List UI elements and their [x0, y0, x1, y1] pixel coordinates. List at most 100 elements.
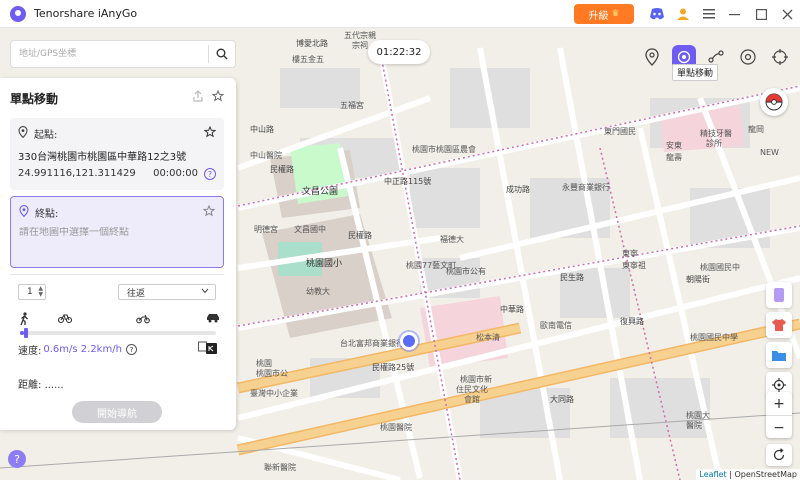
upgrade-label: 升級 — [588, 10, 609, 22]
map-label: 東門國民 — [604, 127, 636, 136]
import-icon[interactable] — [192, 90, 204, 102]
map-label: 桃園市公有 — [446, 267, 486, 276]
zoom-control: + − — [766, 392, 792, 438]
leaflet-link[interactable]: Leaflet — [699, 470, 726, 479]
map-label: 龍岡 — [748, 125, 764, 134]
map-label: 醫院 — [686, 421, 702, 430]
end-label: 終點: — [35, 209, 59, 220]
joystick-icon — [740, 49, 756, 65]
teleport-mode-button[interactable] — [636, 44, 668, 70]
speed-slider[interactable] — [20, 328, 216, 338]
map-label: 聯新醫院 — [264, 463, 296, 472]
session-timer: 01:22:32 — [368, 40, 430, 64]
map-label: 歐南電信 — [540, 321, 572, 330]
upgrade-button[interactable]: 升級 ♛ — [574, 4, 634, 24]
map-label: 民權路25號 — [372, 363, 415, 372]
single-route-icon — [677, 50, 691, 64]
map-label: 會館 — [464, 395, 480, 404]
menu-icon[interactable] — [696, 0, 722, 28]
map-label: 桃園市公 — [256, 369, 288, 378]
current-location-marker[interactable] — [400, 332, 418, 350]
start-label: 起點: — [34, 130, 58, 141]
map-label: 東寧 — [622, 249, 638, 258]
map-label: 五福宮 — [340, 101, 364, 110]
map-label: 明德宮 — [254, 225, 278, 234]
pokeball-icon[interactable] — [760, 88, 788, 116]
map-label: 桃園國民中學 — [690, 333, 738, 342]
map-label: 宗祠 — [352, 41, 368, 50]
map-label: 永豐商業銀行 — [562, 183, 610, 192]
map-label: 中山路 — [250, 125, 274, 134]
speed-slider-handle[interactable] — [24, 328, 28, 338]
map-label: 民生路 — [560, 273, 584, 282]
distance-label: 距離: — [18, 380, 42, 391]
start-point-card: 起點: 330台灣桃園市桃園區中華路12之3號 24.991116,121.31… — [10, 118, 224, 190]
map-label: 桃園國民中 — [700, 263, 740, 272]
shirt-icon[interactable] — [766, 312, 792, 338]
refresh-icon[interactable] — [766, 444, 792, 466]
motorcycle-icon[interactable] — [136, 312, 150, 324]
favorites-list-icon[interactable] — [212, 90, 226, 102]
osm-attribution[interactable]: | OpenStreetMap — [729, 470, 797, 479]
search-input[interactable] — [19, 42, 208, 66]
speed-label: 速度: — [18, 346, 42, 357]
distance-row: 距離: ...... — [18, 376, 64, 391]
map-label: 東寧祖 — [622, 261, 646, 270]
route-mode-select[interactable]: 往返 — [118, 284, 216, 300]
start-navigation-button[interactable]: 開始導航 — [72, 401, 162, 423]
single-move-panel: 單點移動 起點: 330台灣桃園市桃園區中華路12之3號 24.991116,1… — [0, 78, 236, 430]
device-icon[interactable] — [766, 282, 792, 308]
end-point-card[interactable]: 終點: — [10, 196, 224, 268]
map-label: 桃園市桃園區農會 — [412, 145, 476, 154]
multi-route-icon — [708, 50, 724, 63]
distance-value: ...... — [44, 380, 64, 391]
stepper-arrows-icon[interactable]: ▲ ▼ — [38, 286, 43, 298]
close-icon[interactable] — [774, 0, 800, 28]
help-icon[interactable]: ? — [125, 344, 137, 355]
map-label: 文昌國中 — [294, 225, 326, 234]
title-bar: Tenorshare iAnyGo 升級 ♛ — [0, 0, 800, 28]
chevron-down-icon — [201, 288, 209, 294]
help-button[interactable]: ? — [8, 450, 26, 468]
end-point-input[interactable] — [19, 227, 215, 238]
map-label: 民權路 — [270, 165, 294, 174]
start-time: 00:00:00 — [153, 168, 198, 179]
favorite-star-icon[interactable] — [204, 126, 216, 138]
speed-value: 0.6m/s 2.2km/h — [43, 344, 122, 355]
minimize-icon[interactable] — [722, 0, 748, 28]
map-label: 診所 — [706, 139, 722, 148]
favorite-star-icon[interactable] — [203, 205, 215, 217]
zoom-in-button[interactable]: + — [766, 392, 792, 415]
joystick-mode-button[interactable] — [732, 44, 764, 70]
zoom-out-button[interactable]: − — [766, 416, 792, 439]
folder-icon[interactable] — [766, 342, 792, 368]
user-icon[interactable] — [670, 0, 696, 28]
app-title: Tenorshare iAnyGo — [34, 7, 138, 20]
map-label: 桃園國小 — [306, 259, 343, 269]
side-tools — [766, 282, 792, 398]
map-label: 臺灣中小企業 — [250, 389, 298, 398]
discord-icon[interactable] — [644, 0, 670, 28]
walk-icon[interactable] — [18, 312, 30, 326]
map-label: 民權路 — [348, 231, 372, 240]
start-pin-icon — [18, 126, 28, 138]
keyboard-toggle-icon[interactable] — [198, 340, 218, 354]
map-attribution: Leaflet | OpenStreetMap — [696, 469, 800, 480]
car-icon[interactable] — [206, 312, 220, 324]
map-label: 龍壽 — [666, 153, 682, 162]
speed-row: 速度: 0.6m/s 2.2km/h ? — [18, 342, 137, 357]
app-logo — [10, 5, 26, 22]
bicycle-icon[interactable] — [58, 312, 72, 324]
map-label: 幼教大 — [306, 287, 330, 296]
map-label: 中山醫院 — [250, 151, 282, 160]
jump-teleport-mode-button[interactable] — [764, 44, 796, 70]
map-label: 福德大 — [440, 235, 464, 244]
loop-count-stepper[interactable]: 1 ▲ ▼ — [18, 284, 46, 300]
map-label: 朝陽街 — [686, 275, 710, 284]
maximize-icon[interactable] — [748, 0, 774, 28]
help-icon[interactable]: ? — [204, 168, 216, 180]
map-label: 博愛北路 — [296, 39, 328, 48]
map-label: 文昌公園 — [302, 187, 339, 197]
map-label: NEW — [760, 148, 779, 157]
search-icon[interactable] — [209, 41, 235, 67]
